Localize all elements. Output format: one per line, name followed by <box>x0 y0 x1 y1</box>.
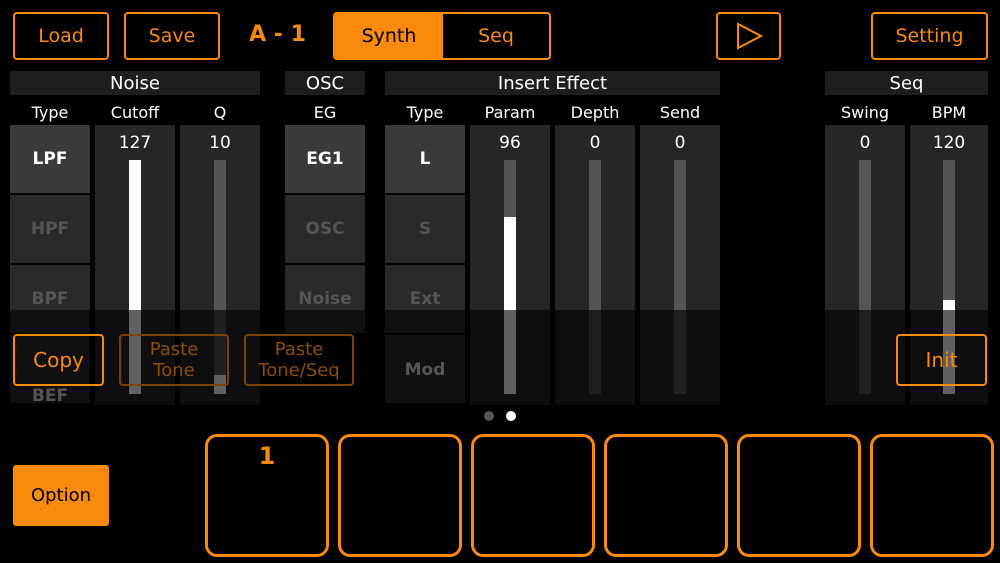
eg-label: EG <box>313 102 337 122</box>
pad-1[interactable]: 1 <box>205 434 329 557</box>
q-label: Q <box>213 102 227 122</box>
swing-label: Swing <box>841 102 889 122</box>
pad-4[interactable] <box>604 434 728 557</box>
noise-type-hpf[interactable]: HPF <box>10 195 90 263</box>
eg-option-eg1[interactable]: EG1 <box>285 125 365 193</box>
play-button[interactable] <box>716 12 781 60</box>
pad-3[interactable] <box>471 434 595 557</box>
page-dot-2[interactable] <box>506 411 516 421</box>
setting-button[interactable]: Setting <box>871 12 988 60</box>
osc-header: OSC <box>285 71 365 95</box>
depth-value: 0 <box>589 133 601 153</box>
insert-type-mod[interactable]: Mod <box>385 335 465 405</box>
depth-label: Depth <box>570 102 620 122</box>
insert-type-label: Type <box>406 102 444 122</box>
pad-label: 1 <box>258 442 276 470</box>
q-value: 10 <box>209 133 231 153</box>
save-button[interactable]: Save <box>124 12 220 60</box>
noise-type-label: Type <box>31 102 69 122</box>
insert-effect-header: Insert Effect <box>385 71 720 95</box>
noise-type-bef[interactable]: BEF <box>10 387 90 405</box>
tab-seq[interactable]: Seq <box>443 14 549 58</box>
play-icon <box>736 22 763 50</box>
cutoff-label: Cutoff <box>110 102 160 122</box>
swing-value: 0 <box>859 133 871 153</box>
paste-tone-button[interactable]: Paste Tone <box>119 334 229 386</box>
mode-tabs: Synth Seq <box>333 12 551 60</box>
tab-synth[interactable]: Synth <box>335 14 443 58</box>
pad-6[interactable] <box>870 434 994 557</box>
osc-eg-selector: EG1 OSC Noise <box>285 125 365 335</box>
patch-name: A - 1 <box>249 22 306 47</box>
load-button[interactable]: Load <box>13 12 109 60</box>
page-dot-1[interactable] <box>484 411 494 421</box>
send-value: 0 <box>674 133 686 153</box>
param-label: Param <box>484 102 536 122</box>
pad-5[interactable] <box>737 434 861 557</box>
send-label: Send <box>659 102 701 122</box>
pad-2[interactable] <box>338 434 462 557</box>
insert-type-l[interactable]: L <box>385 125 465 193</box>
eg-option-osc[interactable]: OSC <box>285 195 365 263</box>
copy-button[interactable]: Copy <box>13 334 104 386</box>
paste-tone-seq-button[interactable]: Paste Tone/Seq <box>244 334 354 386</box>
insert-type-s[interactable]: S <box>385 195 465 263</box>
bpm-value: 120 <box>932 133 966 153</box>
option-button[interactable]: Option <box>13 465 109 526</box>
init-button[interactable]: Init <box>896 334 987 386</box>
noise-type-lpf[interactable]: LPF <box>10 125 90 193</box>
noise-header: Noise <box>10 71 260 95</box>
bpm-label: BPM <box>931 102 967 122</box>
seq-header: Seq <box>825 71 988 95</box>
cutoff-value: 127 <box>118 133 152 153</box>
param-value: 96 <box>499 133 521 153</box>
